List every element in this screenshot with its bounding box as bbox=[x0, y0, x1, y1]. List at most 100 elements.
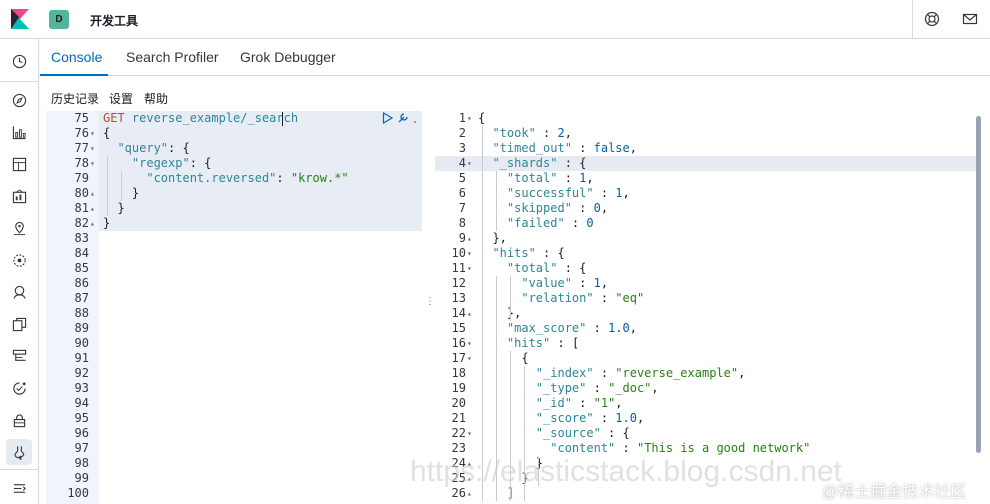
fold-toggle-icon[interactable]: ▴ bbox=[467, 231, 472, 246]
code-text: "query": { bbox=[103, 141, 189, 156]
fold-toggle-icon[interactable]: ▾ bbox=[467, 426, 472, 441]
output-line: 4 ▾ "_shards" : { bbox=[435, 156, 990, 171]
kibana-logo-icon[interactable] bbox=[11, 9, 29, 29]
editor-line: 95 bbox=[46, 411, 422, 426]
code-token: "query" bbox=[117, 141, 169, 155]
space-avatar[interactable]: D bbox=[49, 10, 69, 29]
code-token: : [ bbox=[550, 336, 580, 350]
editor-line: 91 bbox=[46, 351, 422, 366]
fold-toggle-icon[interactable]: ▴ bbox=[90, 186, 95, 201]
apm-icon[interactable] bbox=[10, 379, 28, 397]
header-divider bbox=[912, 0, 913, 39]
code-token: "total" bbox=[506, 171, 558, 185]
code-token: , bbox=[629, 141, 637, 155]
code-token: : bbox=[557, 171, 580, 185]
help-link[interactable]: 帮助 bbox=[144, 90, 168, 107]
editor-line: 79 "content.reversed": "krow.*" bbox=[46, 171, 422, 186]
fold-toggle-icon[interactable]: ▾ bbox=[467, 246, 472, 261]
request-editor[interactable]: 75 GET reverse_example/_search 76 ▾{77 ▾ "qu… bbox=[46, 111, 422, 504]
code-text: "successful" : 1, bbox=[478, 186, 630, 201]
wrench-icon[interactable] bbox=[397, 112, 409, 124]
graph-icon[interactable] bbox=[10, 283, 28, 301]
nav-divider bbox=[0, 81, 38, 82]
code-token: , bbox=[600, 276, 609, 290]
code-token: "total" bbox=[506, 261, 558, 275]
discover-compass-icon[interactable] bbox=[10, 91, 28, 109]
recently-viewed-icon[interactable] bbox=[10, 52, 28, 70]
output-scrollbar[interactable] bbox=[976, 116, 981, 453]
code-token: : bbox=[571, 396, 594, 410]
panel-resizer[interactable]: ⋮ bbox=[425, 296, 435, 312]
output-line: 15 "max_score" : 1.0, bbox=[435, 321, 990, 336]
mail-icon[interactable] bbox=[962, 11, 978, 27]
tab-grok-debugger[interactable]: Grok Debugger bbox=[240, 49, 336, 65]
fold-toggle-icon[interactable]: ▾ bbox=[467, 336, 472, 351]
dev-tools-icon[interactable] bbox=[6, 439, 32, 465]
line-number: 20 bbox=[451, 396, 466, 410]
collapse-menu-icon[interactable] bbox=[10, 479, 28, 497]
editor-line: 81 ▴ } bbox=[46, 201, 422, 216]
dashboard-icon[interactable] bbox=[10, 155, 28, 173]
code-token: "max_score" bbox=[506, 321, 587, 335]
editor-line: 80 ▴ } bbox=[46, 186, 422, 201]
output-line: 21 "_score" : 1.0, bbox=[435, 411, 990, 426]
play-icon[interactable] bbox=[382, 112, 393, 124]
fold-toggle-icon[interactable]: ▾ bbox=[467, 111, 472, 126]
line-number: 6 bbox=[458, 186, 466, 200]
fold-toggle-icon[interactable]: ▾ bbox=[467, 156, 472, 171]
maps-icon[interactable] bbox=[10, 219, 28, 237]
top-header: D 开发工具 bbox=[0, 0, 990, 39]
fold-toggle-icon[interactable]: ▾ bbox=[90, 156, 95, 171]
logs-icon[interactable] bbox=[10, 315, 28, 333]
code-token: GET bbox=[103, 111, 132, 125]
code-token: false bbox=[593, 141, 630, 155]
line-number: 8 bbox=[458, 216, 466, 230]
code-token: "hits" bbox=[492, 246, 536, 260]
lock-icon[interactable] bbox=[10, 411, 28, 429]
line-number: 81 bbox=[74, 201, 89, 215]
canvas-icon[interactable] bbox=[10, 187, 28, 205]
settings-link[interactable]: 设置 bbox=[109, 90, 133, 107]
code-token: , bbox=[738, 366, 746, 380]
indent-guide bbox=[107, 156, 108, 216]
help-icon[interactable] bbox=[924, 11, 940, 27]
fold-toggle-icon[interactable]: ▾ bbox=[467, 351, 472, 366]
more-options-icon[interactable] bbox=[413, 112, 417, 124]
editor-line: 87 bbox=[46, 291, 422, 306]
history-link[interactable]: 历史记录 bbox=[51, 90, 99, 107]
tab-console[interactable]: Console bbox=[51, 49, 102, 65]
code-token: : { bbox=[189, 156, 212, 170]
code-token: { bbox=[103, 126, 111, 140]
fold-toggle-icon[interactable]: ▴ bbox=[90, 216, 95, 231]
code-token: : { bbox=[557, 261, 587, 275]
code-token: "1" bbox=[593, 396, 616, 410]
output-line: 13 "relation" : "eq" bbox=[435, 291, 990, 306]
code-text: "relation" : "eq" bbox=[478, 291, 644, 306]
fold-toggle-icon[interactable]: ▴ bbox=[90, 201, 95, 216]
fold-toggle-icon[interactable]: ▴ bbox=[467, 306, 472, 321]
machine-learning-icon[interactable] bbox=[10, 251, 28, 269]
fold-toggle-icon[interactable]: ▾ bbox=[90, 141, 95, 156]
page-title: 开发工具 bbox=[90, 14, 139, 28]
line-number: 10 bbox=[451, 246, 466, 260]
line-number: 79 bbox=[74, 171, 89, 185]
nav-divider bbox=[0, 469, 38, 470]
editor-line: 89 bbox=[46, 321, 422, 336]
fold-toggle-icon[interactable]: ▾ bbox=[467, 261, 472, 276]
output-line: 3 "timed_out" : false, bbox=[435, 141, 990, 156]
line-number: 97 bbox=[74, 441, 89, 455]
visualize-icon[interactable] bbox=[10, 123, 28, 141]
tab-search-profiler[interactable]: Search Profiler bbox=[126, 49, 219, 65]
fold-toggle-icon[interactable]: ▾ bbox=[90, 126, 95, 141]
output-line: 14 ▴ }, bbox=[435, 306, 990, 321]
line-number: 84 bbox=[74, 246, 89, 260]
editor-line: 83 bbox=[46, 231, 422, 246]
code-token: "_id" bbox=[535, 396, 572, 410]
line-number: 4 bbox=[458, 156, 466, 170]
code-token: "_score" bbox=[535, 411, 594, 425]
infrastructure-icon[interactable] bbox=[10, 347, 28, 365]
editor-line: 96 bbox=[46, 426, 422, 441]
line-number: 87 bbox=[74, 291, 89, 305]
